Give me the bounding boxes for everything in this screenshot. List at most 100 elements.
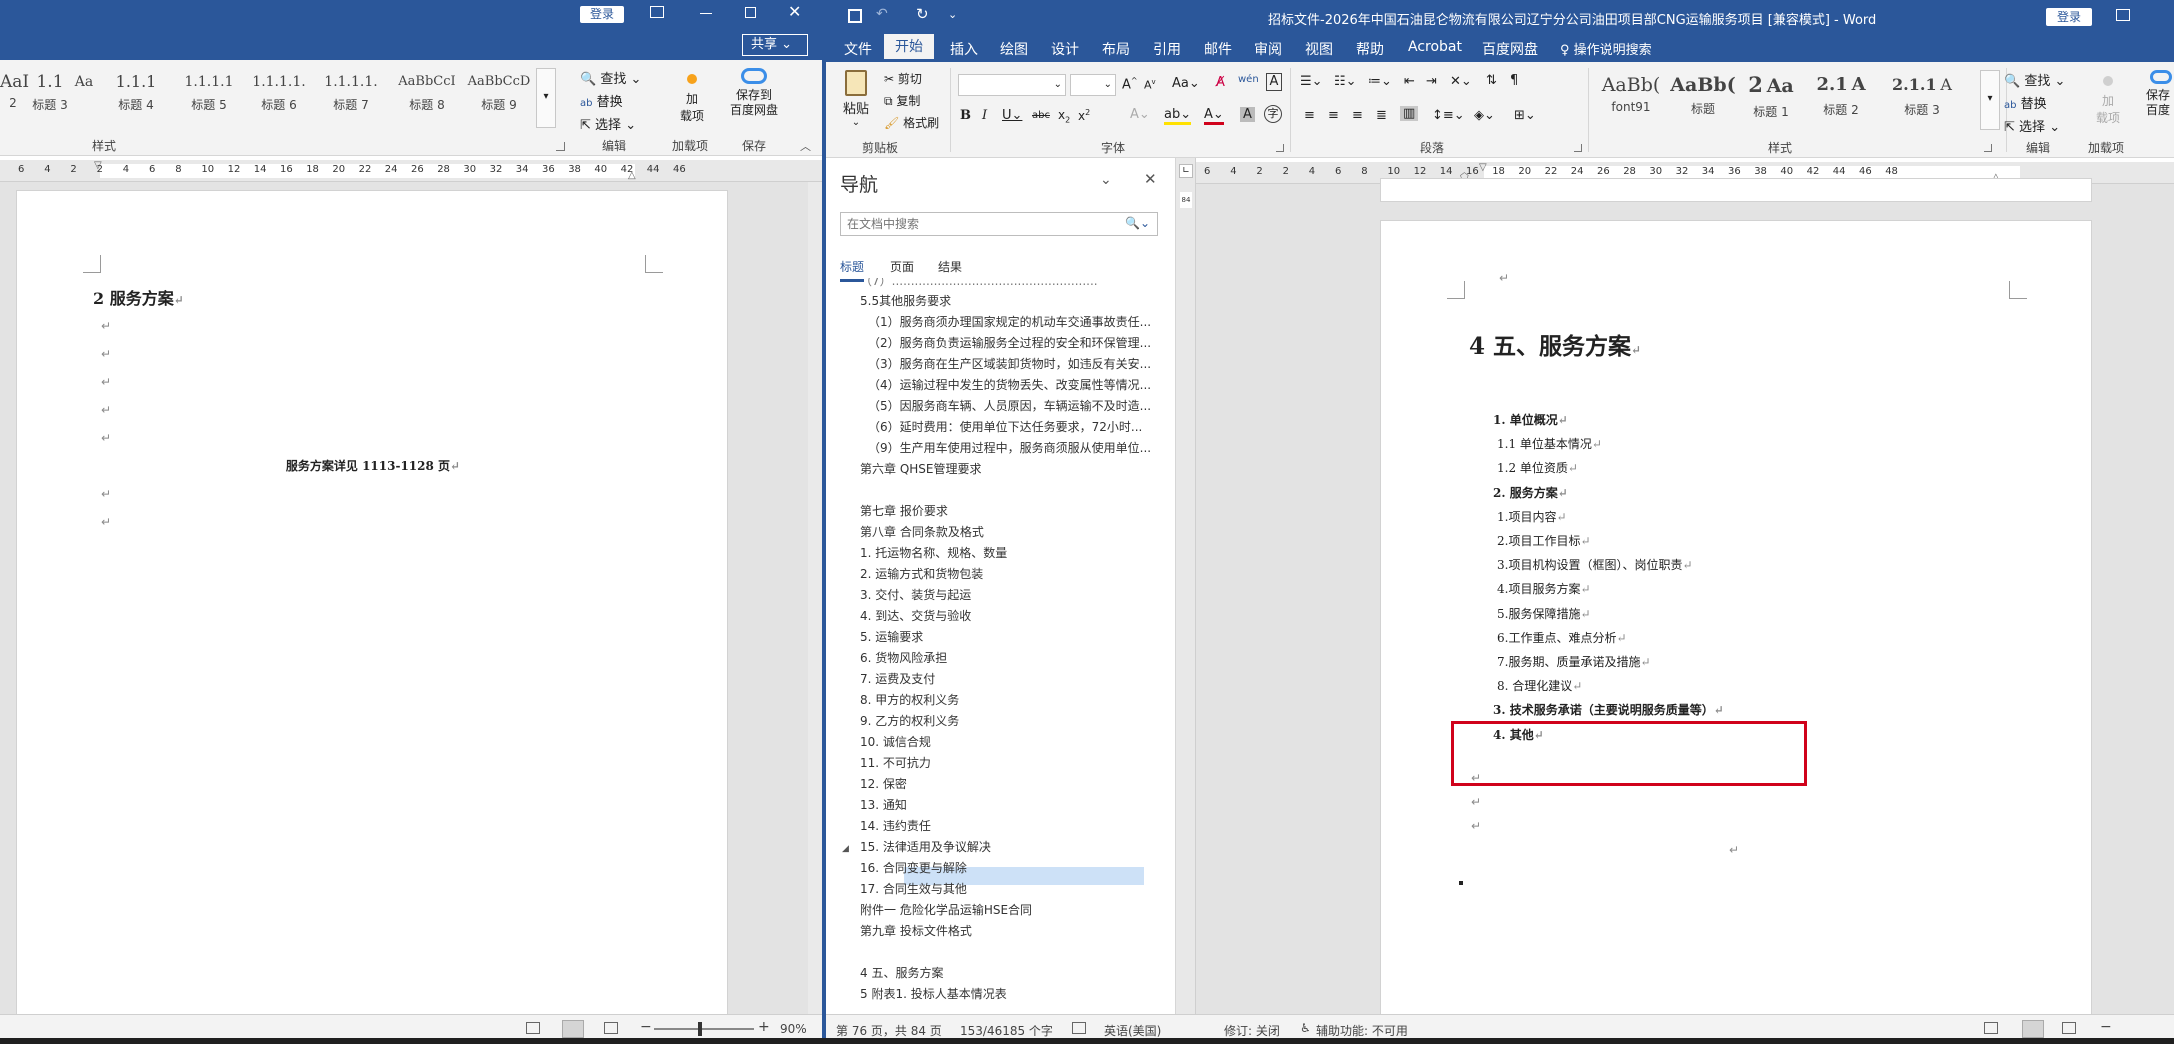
left-login-button[interactable]: 登录 xyxy=(580,6,624,23)
right-ribbon-display-icon[interactable] xyxy=(2116,9,2130,21)
nav-item[interactable]: 5 附表1. 投标人基本情况表 xyxy=(860,985,1160,1002)
font-launcher-icon[interactable] xyxy=(1276,144,1284,152)
styles-launcher-icon[interactable] xyxy=(1984,144,1992,152)
right-web-layout-icon[interactable] xyxy=(2062,1022,2076,1034)
paragraph-launcher-icon[interactable] xyxy=(1574,144,1582,152)
web-layout-icon[interactable] xyxy=(604,1022,618,1034)
tab-acrobat[interactable]: Acrobat xyxy=(1408,39,1462,55)
nav-item[interactable]: 16. 合同变更与解除 xyxy=(860,859,1160,876)
left-style-0[interactable]: AaI 2 xyxy=(0,68,29,110)
chinese-layout-icon[interactable]: ✕⌄ xyxy=(1450,74,1472,89)
left-style-7[interactable]: AaBbCcI 标题 8 xyxy=(392,68,462,113)
clear-format-icon[interactable]: A̸ xyxy=(1216,75,1225,90)
left-styles-scroll[interactable]: ▾ xyxy=(536,68,556,128)
subscript-icon[interactable]: x2 xyxy=(1058,108,1070,124)
nav-item[interactable]: （4）运输过程中发生的货物丢失、改变属性等情况... xyxy=(868,376,1168,393)
text-effects-icon[interactable]: A⌄ xyxy=(1130,107,1150,122)
left-styles-launcher-icon[interactable] xyxy=(556,142,565,151)
nav-search-input[interactable] xyxy=(841,213,1111,235)
right-indent-marker-icon[interactable]: ▽ xyxy=(1479,162,1487,173)
left-style-5[interactable]: 1.1.1.1. 标题 6 xyxy=(246,68,312,113)
right-styles-scroll[interactable]: ▾ xyxy=(1980,70,2000,130)
tab-mailings[interactable]: 邮件 xyxy=(1204,39,1232,59)
align-center-icon[interactable]: ≡ xyxy=(1328,108,1339,123)
left-style-4[interactable]: 1.1.1.1 标题 5 xyxy=(176,68,242,113)
distributed-icon[interactable]: ▥ xyxy=(1400,106,1419,121)
tab-review[interactable]: 审阅 xyxy=(1254,39,1282,59)
nav-item[interactable]: 第九章 投标文件格式 xyxy=(860,922,1160,939)
copy-button[interactable]: ⧉ 复制 xyxy=(884,92,920,109)
italic-icon[interactable]: I xyxy=(982,108,987,123)
right-save-baidu-button[interactable]: 保存 百度 xyxy=(2140,68,2174,118)
left-save-baidu-button[interactable]: 保存到 百度网盘 xyxy=(722,66,786,118)
nav-item[interactable]: （3）服务商在生产区域装卸货物时，如违反有关安... xyxy=(868,355,1168,372)
right-print-layout-icon[interactable] xyxy=(2022,1020,2044,1038)
phonetic-guide-icon[interactable]: wén xyxy=(1238,74,1259,85)
nav-item[interactable]: 6. 货物风险承担 xyxy=(860,649,1160,666)
left-collapse-ribbon-icon[interactable]: ︿ xyxy=(800,138,811,154)
right-replace-button[interactable]: ab 替换 xyxy=(2004,93,2047,112)
tab-file[interactable]: 文件 xyxy=(844,39,872,59)
nav-item[interactable]: 14. 违约责任 xyxy=(860,817,1160,834)
right-style-heading3[interactable]: 2.1.1 A 标题 3 xyxy=(1882,70,1962,118)
numbering-icon[interactable]: ☷⌄ xyxy=(1334,74,1357,89)
left-style-2[interactable]: Aa xyxy=(74,68,94,96)
strikethrough-icon[interactable]: abc xyxy=(1032,110,1050,121)
search-icon[interactable]: 🔍⌄ xyxy=(1125,216,1150,230)
nav-item[interactable]: 附件一 危险化学品运输HSE合同 xyxy=(860,901,1160,918)
right-find-button[interactable]: 🔍 查找 ⌄ xyxy=(2004,70,2065,89)
nav-item[interactable]: 13. 通知 xyxy=(860,796,1160,813)
nav-item[interactable]: 3. 交付、装货与起运 xyxy=(860,586,1160,603)
status-track[interactable]: 修订: 关闭 xyxy=(1224,1022,1280,1039)
left-horizontal-ruler[interactable]: 6 4 2 2 4 6 8 10 12 14 16 18 20 22 24 26 28 30 32 34 36 38 40 4… xyxy=(0,160,822,182)
undo-icon[interactable]: ↶ xyxy=(876,6,888,22)
left-find-button[interactable]: 🔍 查找 ⌄ xyxy=(580,68,641,87)
right-select-button[interactable]: ⇱ 选择 ⌄ xyxy=(2004,116,2060,135)
proofing-icon[interactable] xyxy=(1072,1022,1086,1034)
nav-options-icon[interactable]: ⌄ xyxy=(1100,172,1112,188)
nav-item[interactable]: （5）因服务商车辆、人员原因，车辆运输不及时造... xyxy=(868,397,1168,414)
nav-item[interactable]: 4 五、服务方案 xyxy=(860,964,1160,981)
bullets-icon[interactable]: ☰⌄ xyxy=(1300,74,1323,89)
left-close-icon[interactable]: ✕ xyxy=(788,2,801,21)
nav-item[interactable]: 9. 乙方的权利义务 xyxy=(860,712,1160,729)
nav-tab-results[interactable]: 结果 xyxy=(938,258,962,275)
right-styles-gallery[interactable]: AaBb(font91 AaBb(标题 2 Aa 标题 1 2.1 A 标题 2 2… xyxy=(1594,70,1980,130)
bold-icon[interactable]: B xyxy=(960,108,971,123)
status-accessibility[interactable]: 辅助功能: 不可用 xyxy=(1316,1022,1408,1039)
underline-icon[interactable]: U⌄ xyxy=(1002,108,1022,123)
zoom-slider-thumb[interactable] xyxy=(698,1022,702,1036)
cut-button[interactable]: ✂ 剪切 xyxy=(884,70,922,87)
left-restore-icon[interactable] xyxy=(745,7,756,18)
increase-indent-icon[interactable]: ⇥ xyxy=(1426,74,1437,89)
status-words[interactable]: 153/46185 个字 xyxy=(960,1022,1053,1039)
tab-design[interactable]: 设计 xyxy=(1051,39,1079,59)
left-styles-gallery[interactable]: AaI 2 1.1 标题 3 Aa 1.1.1 标题 4 1.1.1.1 标题 5 1.… xyxy=(0,68,540,128)
right-style-heading2[interactable]: 2.1 A 标题 2 xyxy=(1806,70,1876,118)
sort-icon[interactable]: ⇅ xyxy=(1486,73,1497,88)
nav-item[interactable]: 第八章 合同条款及格式 xyxy=(860,523,1160,540)
tab-home[interactable]: 开始 xyxy=(884,34,934,62)
tab-help[interactable]: 帮助 xyxy=(1356,39,1384,59)
format-painter-button[interactable]: 🖌 格式刷 xyxy=(884,114,939,131)
grow-font-icon[interactable]: A^ xyxy=(1122,76,1138,92)
superscript-icon[interactable]: x2 xyxy=(1078,108,1090,123)
nav-item[interactable]: （2）服务商负责运输服务全过程的安全和环保管理... xyxy=(868,334,1168,351)
left-minimize-icon[interactable] xyxy=(700,13,712,14)
tab-insert[interactable]: 插入 xyxy=(950,39,978,59)
left-addon-button[interactable]: 加 载项 xyxy=(672,66,712,124)
nav-item[interactable]: 4. 到达、交货与验收 xyxy=(860,607,1160,624)
borders-icon[interactable]: ⊞⌄ xyxy=(1514,108,1536,123)
tab-draw[interactable]: 绘图 xyxy=(1000,39,1028,59)
nav-item[interactable]: 1. 托运物名称、规格、数量 xyxy=(860,544,1160,561)
enclose-char-icon[interactable]: 字 xyxy=(1264,105,1282,123)
line-spacing-icon[interactable]: ↕≡⌄ xyxy=(1432,108,1465,123)
save-icon[interactable] xyxy=(848,9,862,23)
right-login-button[interactable]: 登录 xyxy=(2046,8,2092,26)
status-page[interactable]: 第 76 页，共 84 页 xyxy=(836,1022,942,1039)
justify-icon[interactable]: ≣ xyxy=(1376,108,1387,123)
paste-button[interactable]: 粘贴 ⌄ xyxy=(840,70,872,128)
right-style-title[interactable]: AaBb(标题 xyxy=(1670,70,1736,117)
customize-qat-icon[interactable]: ⌄ xyxy=(948,8,957,21)
redo-icon[interactable]: ↻ xyxy=(916,5,929,23)
